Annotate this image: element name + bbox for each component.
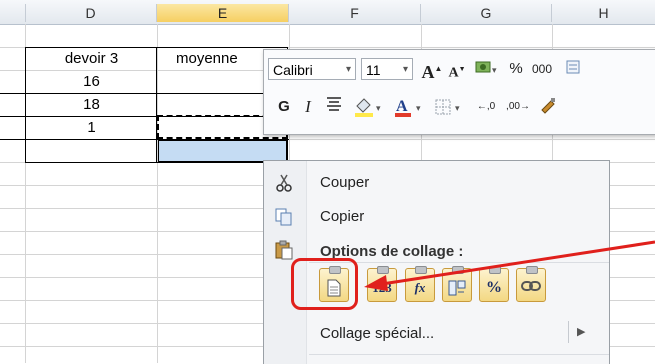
menu-split-divider	[568, 321, 569, 343]
font-color-icon[interactable]: A ▾	[392, 96, 426, 118]
annotation-arrow-icon	[364, 240, 655, 291]
align-center-icon[interactable]	[322, 96, 346, 118]
column-header-g[interactable]: G	[421, 4, 552, 22]
decrease-decimal-icon[interactable]: ,00→	[504, 96, 532, 118]
menu-divider	[309, 354, 609, 355]
thousands-format-button[interactable]: 000	[527, 58, 557, 80]
percent-format-button[interactable]: %	[507, 58, 525, 80]
menu-item-copy[interactable]: Copier	[320, 208, 364, 225]
menu-item-cut[interactable]: Couper	[320, 174, 369, 191]
font-name-value: Calibri	[273, 62, 313, 78]
chevron-down-icon: ▾	[345, 64, 351, 75]
copy-icon	[274, 207, 296, 227]
column-header-d[interactable]: D	[25, 4, 157, 22]
cell-d-row3[interactable]: 1	[26, 117, 157, 139]
font-name-combo[interactable]: Calibri ▾	[268, 58, 356, 80]
column-header-h[interactable]: H	[552, 4, 655, 22]
scissors-icon	[274, 173, 296, 193]
format-painter-small-icon[interactable]	[562, 58, 584, 80]
submenu-arrow-icon[interactable]: ▶	[577, 325, 585, 338]
cell-d-header[interactable]: devoir 3	[26, 48, 157, 70]
grow-font-icon[interactable]: A▲	[421, 58, 443, 82]
svg-text:A: A	[396, 98, 408, 115]
chevron-down-icon: ▾	[402, 64, 408, 75]
column-header-bar: D E F G H	[0, 0, 655, 25]
corner-gap	[0, 4, 26, 22]
column-header-f[interactable]: F	[289, 4, 421, 22]
fill-color-icon[interactable]: ▾	[352, 96, 386, 118]
shrink-font-icon[interactable]: A▼	[447, 58, 467, 81]
column-header-e[interactable]: E	[157, 4, 289, 22]
borders-icon[interactable]: ▾	[432, 96, 466, 118]
italic-button[interactable]: I	[298, 96, 318, 118]
accounting-format-icon[interactable]: ▾	[472, 58, 502, 80]
svg-text:▾: ▾	[416, 103, 421, 113]
bold-button[interactable]: G	[274, 96, 294, 118]
clipboard-icon	[274, 240, 296, 260]
increase-decimal-icon[interactable]: ←,0	[472, 96, 500, 118]
cell-d-row2[interactable]: 18	[26, 94, 157, 116]
svg-text:▾: ▾	[492, 65, 497, 75]
svg-text:▾: ▾	[455, 103, 460, 113]
font-size-combo[interactable]: 11 ▾	[361, 58, 413, 80]
svg-text:▾: ▾	[376, 103, 381, 113]
format-painter-icon[interactable]	[536, 96, 560, 118]
mini-toolbar: Calibri ▾ 11 ▾ A▲ A▼ ▾ % 000 G I ▾ A ▾ ▾ …	[263, 49, 655, 135]
selected-cell-e-row3[interactable]	[158, 140, 287, 162]
annotation-highlight-box	[291, 258, 358, 310]
menu-item-paste-special[interactable]: Collage spécial...	[320, 325, 434, 342]
cell-d-row1[interactable]: 16	[26, 71, 157, 93]
font-size-value: 11	[366, 62, 381, 78]
